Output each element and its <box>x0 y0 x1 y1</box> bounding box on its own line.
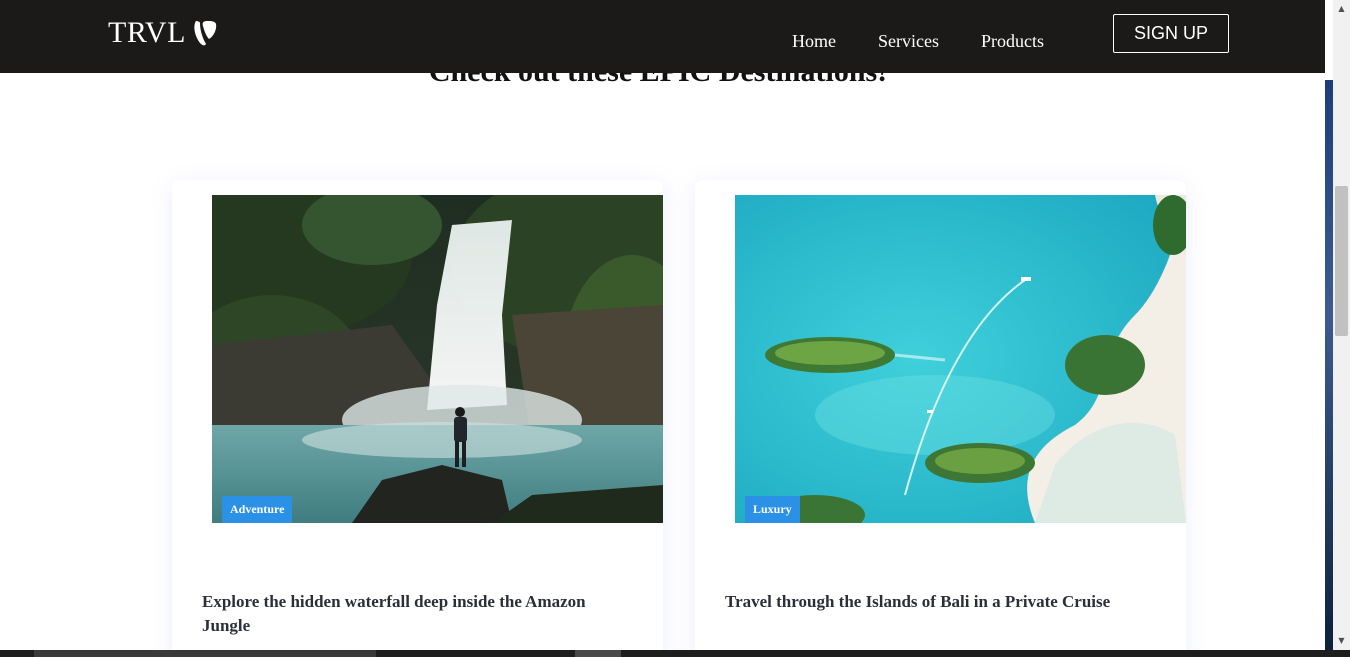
destination-card[interactable]: Adventure Explore the hidden waterfall d… <box>172 180 663 657</box>
card-title[interactable]: Travel through the Islands of Bali in a … <box>725 590 1155 614</box>
category-tag[interactable]: Adventure <box>222 496 293 523</box>
page: Check out these EPIC Destinations! <box>0 0 1325 657</box>
navbar: TRVL Home Services Products SIGN UP <box>0 0 1325 73</box>
signup-button[interactable]: SIGN UP <box>1113 14 1229 53</box>
desktop-background-strip <box>1325 80 1333 657</box>
bali-islands-aerial-photo <box>735 195 1186 523</box>
card-title[interactable]: Explore the hidden waterfall deep inside… <box>202 590 632 638</box>
nav-links: Home Services Products <box>792 31 1086 52</box>
brand-logo[interactable]: TRVL <box>108 16 218 50</box>
typo3-logo-icon <box>194 21 217 46</box>
scroll-thumb[interactable] <box>1335 186 1348 336</box>
window-edge <box>1325 0 1333 80</box>
destination-card[interactable]: Luxury Travel through the Islands of Bal… <box>695 180 1186 657</box>
nav-products-link[interactable]: Products <box>981 31 1044 52</box>
taskbar-item[interactable] <box>34 650 376 657</box>
waterfall-photo <box>212 195 663 523</box>
category-tag[interactable]: Luxury <box>745 496 800 523</box>
nav-home-link[interactable]: Home <box>792 31 836 52</box>
taskbar-item[interactable] <box>575 650 621 657</box>
nav-services-link[interactable]: Services <box>878 31 939 52</box>
taskbar <box>0 650 1350 657</box>
vertical-scrollbar[interactable]: ▲ ▼ <box>1333 0 1350 657</box>
scroll-up-icon[interactable]: ▲ <box>1333 0 1350 17</box>
scroll-down-icon[interactable]: ▼ <box>1333 632 1350 649</box>
brand-name: TRVL <box>108 16 186 49</box>
